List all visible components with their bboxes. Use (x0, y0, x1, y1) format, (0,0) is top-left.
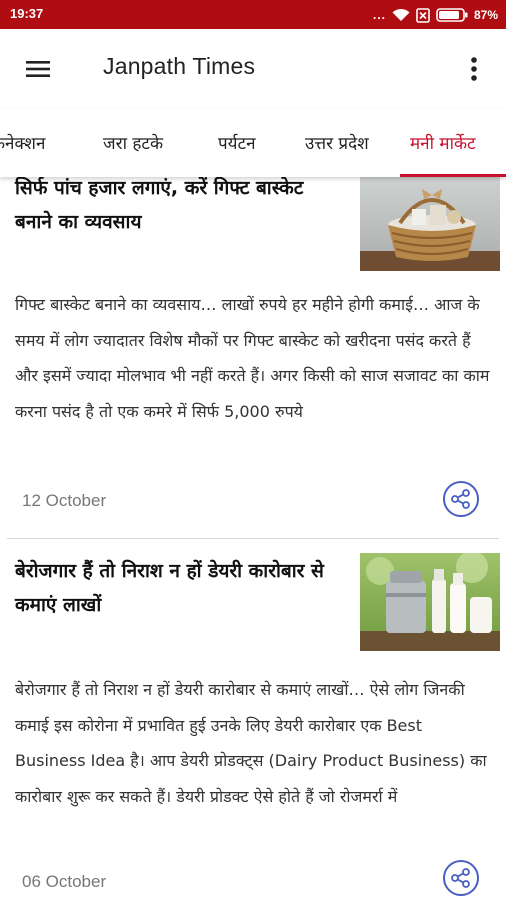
status-icons: ... 87% (373, 5, 498, 25)
gift-basket-image[interactable] (360, 173, 500, 271)
tab-uttar-pradesh[interactable]: उत्तर प्रदेश (305, 131, 369, 154)
status-bar: 19:37 ... 87% (0, 0, 506, 29)
status-time: 19:37 (10, 6, 44, 21)
battery-icon (436, 8, 468, 22)
tab-paryatan[interactable]: पर्यटन (218, 131, 256, 154)
wifi-icon (392, 8, 410, 22)
signal-dots: ... (372, 8, 386, 22)
tab-money-market[interactable]: मनी मार्केट (410, 131, 476, 154)
category-tabs: कनेक्शन जरा हटके पर्यटन उत्तर प्रदेश मनी… (0, 109, 506, 177)
article-card[interactable]: सिर्फ पांच हजार लगाएं, करें गिफ्ट बास्के… (0, 173, 506, 537)
article-card[interactable]: बेरोजगार हैं तो निराश न हों डेयरी कारोबा… (0, 544, 506, 900)
article-summary: बेरोजगार हैं तो निराश न हों डेयरी कारोबा… (15, 680, 487, 806)
share-icon (451, 489, 470, 509)
tab-zara-hatke[interactable]: जरा हटके (103, 131, 163, 154)
app-title: Janpath Times (103, 53, 256, 79)
dairy-milk-image[interactable] (360, 553, 500, 651)
share-button[interactable] (443, 481, 479, 517)
divider (7, 538, 499, 539)
share-button[interactable] (443, 860, 479, 896)
tab-connection[interactable]: कनेक्शन (0, 131, 45, 154)
sim-off-icon (416, 7, 430, 23)
article-title[interactable]: सिर्फ पांच हजार लगाएं, करें गिफ्ट बास्के… (15, 171, 335, 239)
more-vert-icon[interactable] (462, 51, 486, 87)
article-title[interactable]: बेरोजगार हैं तो निराश न हों डेयरी कारोबा… (15, 554, 335, 622)
hamburger-menu-icon[interactable] (22, 53, 54, 85)
article-date: 12 October (22, 491, 107, 510)
article-date: 06 October (22, 872, 107, 891)
battery-percent: 87% (473, 8, 498, 22)
tab-active-indicator (400, 174, 506, 177)
article-summary: गिफ्ट बास्केट बनाने का व्यवसाय… लाखों रु… (15, 295, 490, 421)
app-bar: Janpath Times (0, 29, 506, 109)
share-icon (451, 868, 470, 888)
